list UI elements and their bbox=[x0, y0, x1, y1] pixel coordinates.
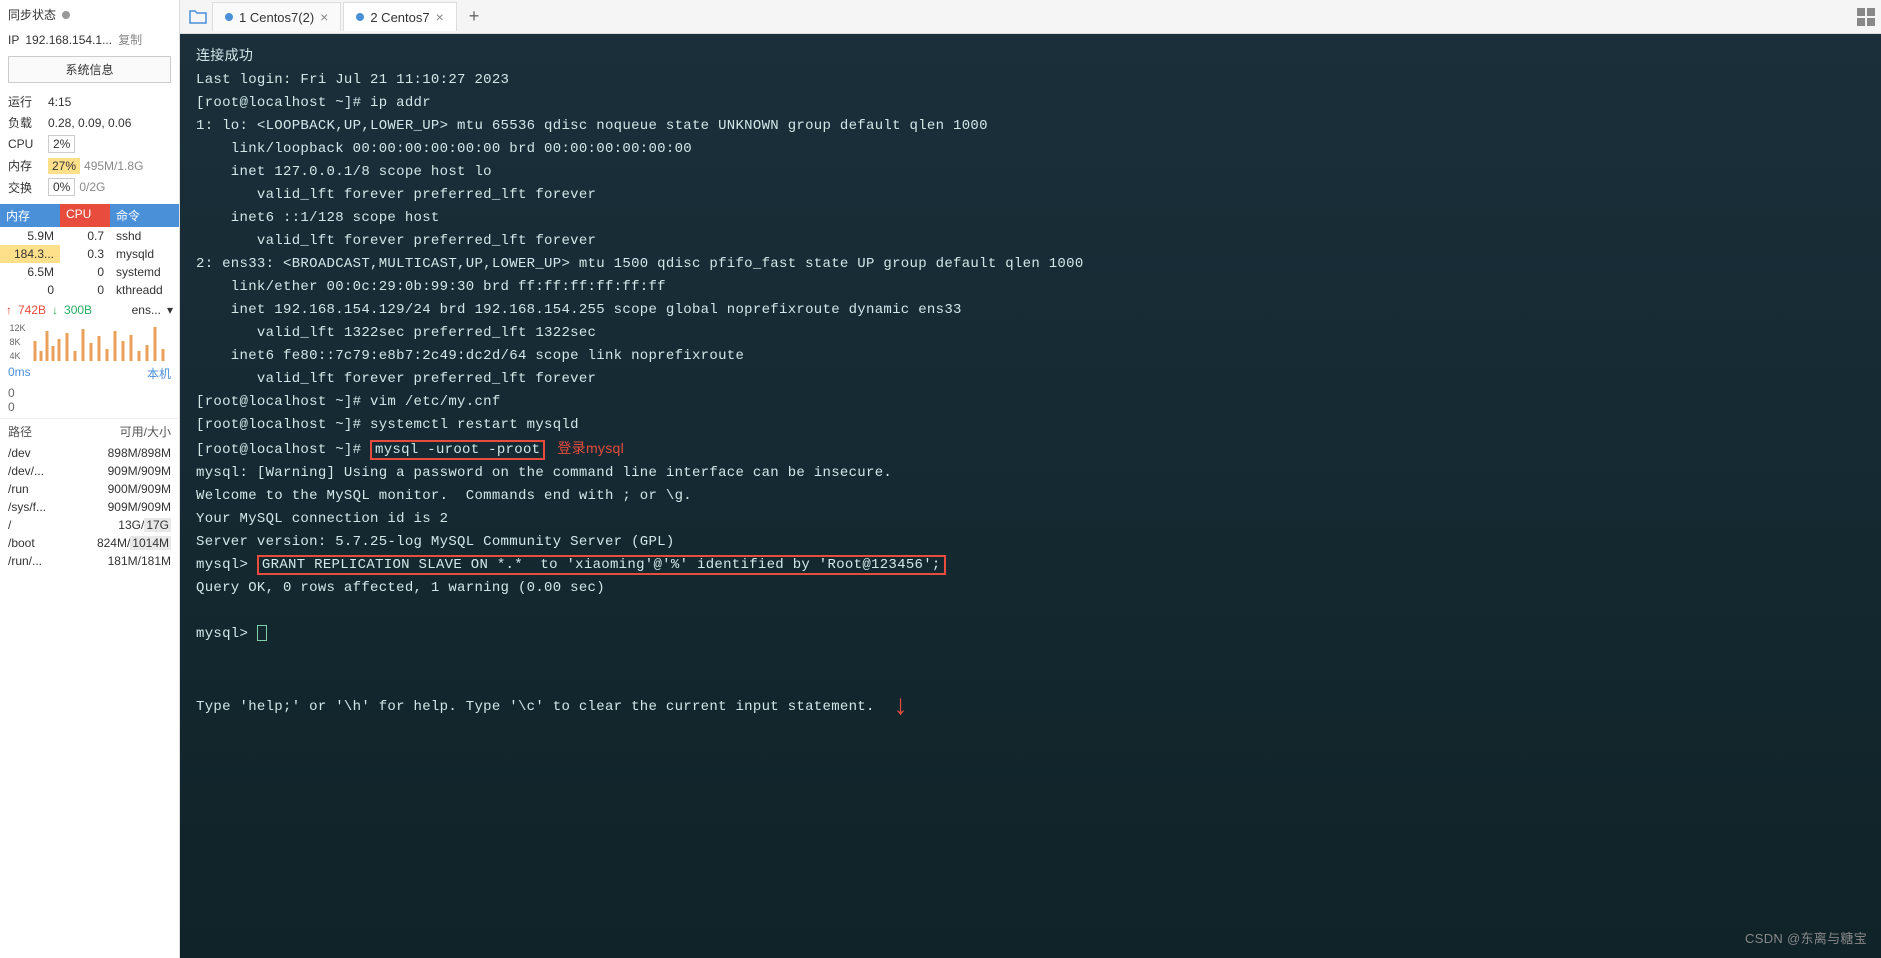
terminal-line: inet6 ::1/128 scope host bbox=[196, 207, 1865, 230]
tab-dot-icon bbox=[356, 13, 364, 21]
terminal-line: Server version: 5.7.25-log MySQL Communi… bbox=[196, 531, 1865, 554]
terminal-line: valid_lft 1322sec preferred_lft 1322sec bbox=[196, 322, 1865, 345]
sync-dot-icon bbox=[62, 11, 70, 19]
disk-row: /dev898M/898M bbox=[0, 444, 179, 462]
process-table: 5.9M0.7sshd184.3...0.3mysqld6.5M0systemd… bbox=[0, 227, 179, 299]
terminal-line: inet 192.168.154.129/24 brd 192.168.154.… bbox=[196, 299, 1865, 322]
system-info-button[interactable]: 系统信息 bbox=[8, 56, 171, 83]
folder-icon[interactable] bbox=[186, 5, 210, 29]
disk-row: /boot824M/1014M bbox=[0, 534, 179, 552]
tab-bar: 1 Centos7(2) × 2 Centos7 × + bbox=[180, 0, 1881, 34]
terminal-line: 连接成功 bbox=[196, 46, 1865, 69]
terminal-line: Query OK, 0 rows affected, 1 warning (0.… bbox=[196, 577, 1865, 600]
sync-label: 同步状态 bbox=[8, 6, 56, 23]
terminal-line bbox=[196, 669, 1865, 692]
terminal-line: mysql> bbox=[196, 623, 1865, 646]
terminal-line: [root@localhost ~]# ip addr bbox=[196, 92, 1865, 115]
disk-row: /13G/17G bbox=[0, 516, 179, 534]
arrow-down-icon: ↓ bbox=[892, 692, 909, 723]
cpu-row: CPU 2% bbox=[0, 133, 179, 155]
disk-header: 路径 可用/大小 bbox=[0, 418, 179, 444]
terminal-line: [root@localhost ~]# mysql -uroot -proot登… bbox=[196, 437, 1865, 462]
terminal-line bbox=[196, 600, 1865, 623]
terminal-line: inet 127.0.0.1/8 scope host lo bbox=[196, 161, 1865, 184]
main-area: 1 Centos7(2) × 2 Centos7 × + 连接成功Last login… bbox=[180, 0, 1881, 958]
terminal-line: valid_lft forever preferred_lft forever bbox=[196, 230, 1865, 253]
close-icon[interactable]: × bbox=[320, 9, 328, 25]
close-icon[interactable]: × bbox=[436, 9, 444, 25]
terminal[interactable]: 连接成功Last login: Fri Jul 21 11:10:27 2023… bbox=[180, 34, 1881, 958]
load-row: 负载 0.28, 0.09, 0.06 bbox=[0, 112, 179, 133]
network-row[interactable]: ↑742B ↓300B ens... ▾ bbox=[0, 299, 179, 321]
terminal-line: 1: lo: <LOOPBACK,UP,LOWER_UP> mtu 65536 … bbox=[196, 115, 1865, 138]
terminal-line: valid_lft forever preferred_lft forever bbox=[196, 368, 1865, 391]
terminal-line: valid_lft forever preferred_lft forever bbox=[196, 184, 1865, 207]
ip-row: IP 192.168.154.1... 复制 bbox=[0, 29, 179, 54]
terminal-line: link/loopback 00:00:00:00:00:00 brd 00:0… bbox=[196, 138, 1865, 161]
sync-status: 同步状态 bbox=[0, 0, 179, 29]
tab-label: 1 Centos7(2) bbox=[239, 10, 314, 25]
disk-row: /dev/...909M/909M bbox=[0, 462, 179, 480]
swap-row: 交换 0%0/2G bbox=[0, 176, 179, 198]
ip-label: IP bbox=[8, 33, 19, 47]
terminal-line: mysql: [Warning] Using a password on the… bbox=[196, 462, 1865, 485]
process-header: 内存 CPU 命令 bbox=[0, 204, 179, 227]
terminal-line: link/ether 00:0c:29:0b:99:30 brd ff:ff:f… bbox=[196, 276, 1865, 299]
svg-text:8K: 8K bbox=[10, 337, 21, 347]
terminal-line: [root@localhost ~]# systemctl restart my… bbox=[196, 414, 1865, 437]
memory-row: 内存 27%495M/1.8G bbox=[0, 155, 179, 176]
terminal-line: mysql> GRANT REPLICATION SLAVE ON *.* to… bbox=[196, 554, 1865, 577]
svg-text:4K: 4K bbox=[10, 351, 21, 361]
sidebar: 同步状态 IP 192.168.154.1... 复制 系统信息 运行 4:15… bbox=[0, 0, 180, 958]
zero-row: 00 bbox=[0, 386, 179, 414]
network-sparkline: 12K 8K 4K bbox=[0, 321, 179, 361]
svg-text:12K: 12K bbox=[10, 323, 26, 333]
add-tab-button[interactable]: + bbox=[459, 2, 490, 31]
disk-row: /run900M/909M bbox=[0, 480, 179, 498]
disk-row: /run/...181M/181M bbox=[0, 552, 179, 570]
terminal-line: Welcome to the MySQL monitor. Commands e… bbox=[196, 485, 1865, 508]
layout-grid-icon[interactable] bbox=[1857, 8, 1875, 26]
process-row[interactable]: 5.9M0.7sshd bbox=[0, 227, 179, 245]
process-row[interactable]: 184.3...0.3mysqld bbox=[0, 245, 179, 263]
tab[interactable]: 1 Centos7(2) × bbox=[212, 2, 341, 31]
disk-row: /sys/f...909M/909M bbox=[0, 498, 179, 516]
tab-label: 2 Centos7 bbox=[370, 10, 429, 25]
ip-value: 192.168.154.1... bbox=[25, 33, 112, 47]
terminal-line bbox=[196, 646, 1865, 669]
terminal-line: [root@localhost ~]# vim /etc/my.cnf bbox=[196, 391, 1865, 414]
tab-dot-icon bbox=[225, 13, 233, 21]
tab[interactable]: 2 Centos7 × bbox=[343, 2, 456, 31]
terminal-line: inet6 fe80::7c79:e8b7:2c49:dc2d/64 scope… bbox=[196, 345, 1865, 368]
process-row[interactable]: 00kthreadd bbox=[0, 281, 179, 299]
watermark: CSDN @东离与糖宝 bbox=[1745, 927, 1867, 950]
chevron-down-icon[interactable]: ▾ bbox=[167, 303, 173, 317]
terminal-line: Last login: Fri Jul 21 11:10:27 2023 bbox=[196, 69, 1865, 92]
disk-table: /dev898M/898M/dev/...909M/909M/run900M/9… bbox=[0, 444, 179, 570]
terminal-line: Your MySQL connection id is 2 bbox=[196, 508, 1865, 531]
uptime-row: 运行 4:15 bbox=[0, 91, 179, 112]
latency-row: 0ms 本机 bbox=[0, 361, 179, 386]
terminal-line: 2: ens33: <BROADCAST,MULTICAST,UP,LOWER_… bbox=[196, 253, 1865, 276]
terminal-line: Type 'help;' or '\h' for help. Type '\c'… bbox=[196, 692, 1865, 719]
copy-link[interactable]: 复制 bbox=[118, 31, 142, 48]
process-row[interactable]: 6.5M0systemd bbox=[0, 263, 179, 281]
